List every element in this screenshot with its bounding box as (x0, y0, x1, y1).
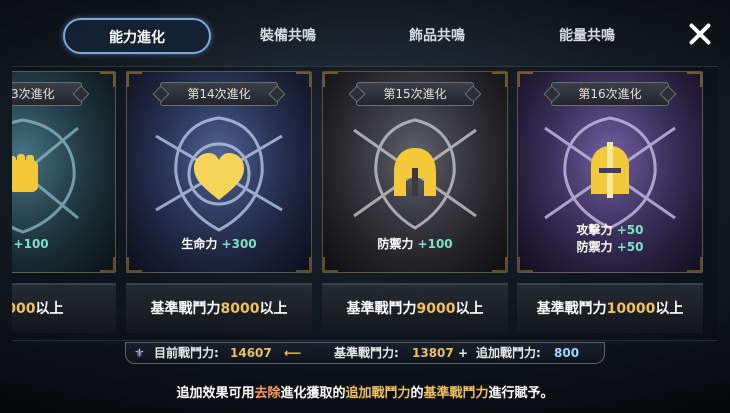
tab-ability-evolution[interactable]: 能力進化 (63, 18, 211, 54)
evolution-level-label: 第16次進化 (551, 82, 669, 106)
base-power-value: 13807 (412, 346, 454, 360)
power-emblem-icon: ⚜ (134, 346, 145, 360)
close-icon[interactable] (688, 22, 712, 46)
tab-bar: 能力進化 裝備共鳴 飾品共鳴 能量共鳴 (0, 12, 730, 60)
base-power-requirement: 基準戰鬥力8000以上 (126, 283, 312, 333)
stat-bonus: 生命力 +300 (181, 237, 257, 251)
base-power-requirement: 基準戰鬥力9000以上 (322, 283, 508, 333)
extra-power-label: 追加戰鬥力: (476, 346, 541, 360)
stat-bonus: 防禦力 +100 (377, 237, 453, 251)
evolution-card-16[interactable]: 第16次進化 攻擊力 +50 防禦力 +50 基準戰鬥力10000以上 (517, 71, 703, 337)
card-art: 第16次進化 攻擊力 +50 防禦力 +50 (517, 71, 703, 273)
card-art: 第15次進化 防禦力 +100 (322, 71, 508, 273)
plus-sign: + (458, 346, 469, 360)
evolution-level-label: 第15次進化 (356, 82, 474, 106)
card-art: 第14次進化 生命力 +300 (126, 71, 312, 273)
heart-icon (155, 116, 283, 232)
base-power-label: 基準戰鬥力: (334, 346, 399, 360)
evolution-carousel[interactable]: 第13次進化 力 +100 力7000以上 第14次進化 (12, 66, 718, 341)
tab-energy-resonance[interactable]: 能量共鳴 (513, 18, 661, 54)
base-power-requirement: 基準戰鬥力10000以上 (517, 283, 703, 333)
fist-icon (12, 118, 79, 234)
helmet-sword-icon (544, 116, 676, 230)
card-art: 第13次進化 力 +100 (12, 71, 116, 273)
tab-equipment-resonance[interactable]: 裝備共鳴 (214, 18, 362, 54)
evolution-card-15[interactable]: 第15次進化 防禦力 +100 基準戰鬥力9000以上 (322, 71, 508, 337)
power-summary-bar: ⚜ 目前戰鬥力: 14607 ⟵ 基準戰鬥力: 13807 + 追加戰鬥力: 8… (125, 342, 605, 364)
base-power-requirement: 力7000以上 (12, 283, 116, 333)
evolution-card-14[interactable]: 第14次進化 生命力 +300 基準戰鬥力8000以上 (126, 71, 312, 337)
spartan-helmet-icon (353, 118, 477, 230)
evolution-level-label: 第14次進化 (160, 82, 278, 106)
footnote: 追加效果可用去除進化獲取的追加戰鬥力的基準戰鬥力進行賦予。 (176, 386, 554, 401)
arrow-left-icon: ⟵ (284, 346, 302, 360)
current-power-label: 目前戰鬥力: (154, 346, 219, 360)
current-power-value: 14607 (230, 346, 272, 360)
stat-bonus: 力 +100 (13, 237, 49, 251)
evolution-card-13[interactable]: 第13次進化 力 +100 力7000以上 (12, 71, 116, 337)
stat-bonus: 攻擊力 +50 防禦力 +50 (576, 223, 644, 254)
evolution-level-label: 第13次進化 (12, 82, 82, 106)
tab-accessory-resonance[interactable]: 飾品共鳴 (363, 18, 511, 54)
extra-power-value: 800 (554, 346, 580, 360)
